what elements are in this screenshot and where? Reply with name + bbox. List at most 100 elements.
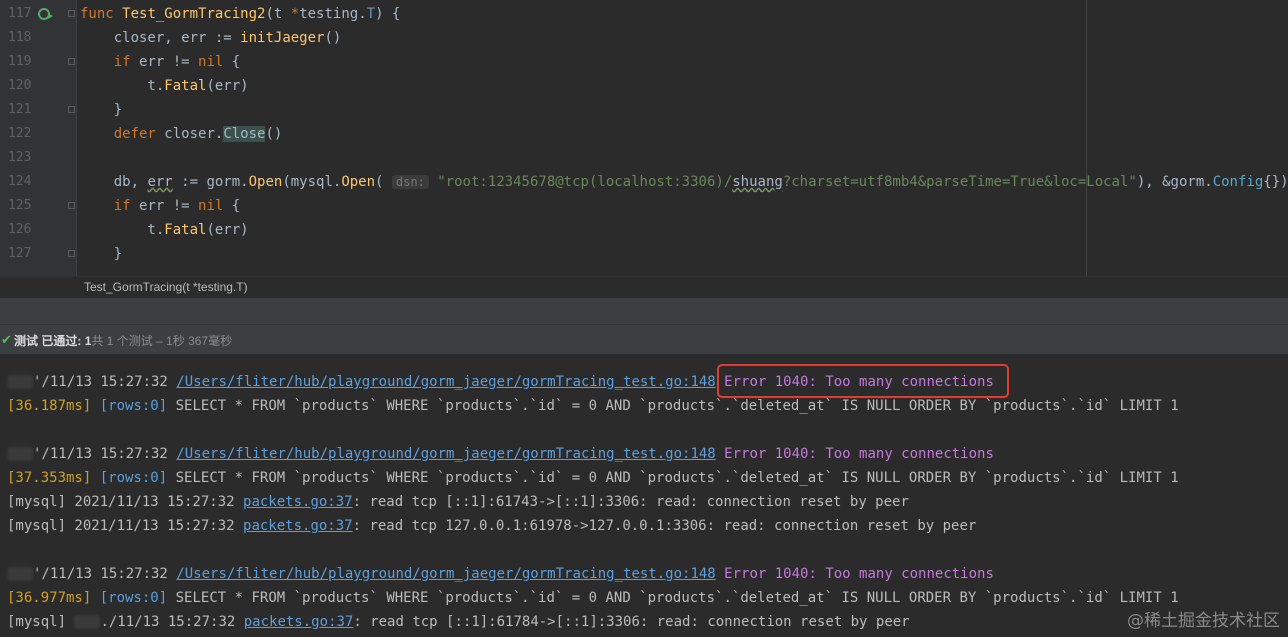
code-token: () <box>265 126 283 142</box>
line-number: 124 <box>8 174 32 189</box>
error-message: Error 1040: Too many connections <box>724 446 994 462</box>
file-link[interactable]: packets.go:37 <box>243 518 353 534</box>
line-number: 120 <box>8 78 32 93</box>
error-highlight-box <box>717 364 1009 398</box>
code-token: testing. <box>299 6 367 22</box>
line-number: 123 <box>8 150 32 165</box>
fold-marker-icon[interactable] <box>68 10 75 17</box>
code-line[interactable]: 123 <box>0 146 1288 170</box>
code-token: } <box>80 102 123 118</box>
code-text: defer closer.Close() <box>80 122 282 146</box>
console-line: [37.353ms] [rows:0] SELECT * FROM `produ… <box>7 466 1179 490</box>
code-token: if <box>80 54 140 70</box>
code-line[interactable]: 124 db, err := gorm.Open(mysql.Open( dsn… <box>0 170 1288 194</box>
console-text: [36.187ms] <box>7 398 92 414</box>
code-text: closer, err := initJaeger() <box>80 26 342 50</box>
console-text: [36.977ms] <box>7 590 92 606</box>
code-token: nil <box>198 54 224 70</box>
console-text: [rows:0] <box>99 398 168 414</box>
code-token: err <box>181 30 207 46</box>
console-text: [rows:0] <box>99 590 168 606</box>
console-text: SELECT * FROM `products` WHERE `products… <box>167 590 1179 606</box>
code-token: T <box>366 6 376 22</box>
code-token: "root:12345678@tcp(localhost:3306)/ <box>428 174 733 190</box>
code-line[interactable]: 125 if err != nil { <box>0 194 1288 218</box>
code-token: } <box>80 246 123 262</box>
error-message: Error 1040: Too many connections <box>724 566 994 582</box>
code-text: func Test_GormTracing2(t *testing.T) { <box>80 2 400 26</box>
line-number: 118 <box>8 30 32 45</box>
file-link[interactable]: packets.go:37 <box>244 614 354 630</box>
code-line[interactable]: 127 } <box>0 242 1288 266</box>
line-number: 121 <box>8 102 32 117</box>
code-token: t. <box>80 222 165 238</box>
code-line[interactable]: 120 t.Fatal(err) <box>0 74 1288 98</box>
breadcrumb-function[interactable]: Test_GormTracing(t *testing.T) <box>84 280 248 294</box>
console-line: '/11/13 15:27:32 /Users/fliter/hub/playg… <box>7 442 994 466</box>
redacted-date <box>7 375 33 389</box>
console-text: SELECT * FROM `products` WHERE `products… <box>167 398 1179 414</box>
code-line[interactable]: 117 func Test_GormTracing2(t *testing.T) … <box>0 2 1288 26</box>
console-text: ./11/13 15:27:32 <box>100 614 244 630</box>
console-text: '/11/13 15:27:32 <box>33 446 177 462</box>
file-link[interactable]: /Users/fliter/hub/playground/gorm_jaeger… <box>176 374 715 390</box>
code-token: (err) <box>206 222 249 238</box>
code-token: closer, <box>80 30 182 46</box>
console-text: '/11/13 15:27:32 <box>33 566 177 582</box>
code-line[interactable]: 121 } <box>0 98 1288 122</box>
console-text: : read tcp [::1]:61743->[::1]:3306: read… <box>352 494 909 510</box>
console-text: '/11/13 15:27:32 <box>33 374 177 390</box>
console-line: [mysql] ./11/13 15:27:32 packets.go:37: … <box>7 610 910 634</box>
code-token: nil <box>198 198 224 214</box>
fold-marker-icon[interactable] <box>68 58 75 65</box>
console-text: : read tcp 127.0.0.1:61978->127.0.0.1:33… <box>352 518 977 534</box>
code-token: ( <box>375 174 392 190</box>
code-token: ?charset=utf8mb4&parseTime=True&loc=Loca… <box>782 174 1137 190</box>
code-token: dsn: <box>391 175 429 189</box>
code-token: defer <box>80 126 165 142</box>
panel-divider <box>0 298 1288 324</box>
code-token: shuang <box>732 174 783 190</box>
code-editor[interactable]: 117 func Test_GormTracing2(t *testing.T) … <box>0 0 1288 276</box>
console-text: [mysql] <box>7 614 75 630</box>
code-text: } <box>80 242 122 266</box>
check-icon: ✔ <box>1 332 12 347</box>
code-token: t. <box>80 78 165 94</box>
code-token: if <box>80 198 140 214</box>
file-link[interactable]: /Users/fliter/hub/playground/gorm_jaeger… <box>176 566 715 582</box>
code-token: (err) <box>206 78 249 94</box>
console-text: [mysql] 2021/11/13 15:27:32 <box>7 518 244 534</box>
line-number: 126 <box>8 222 32 237</box>
fold-marker-icon[interactable] <box>68 202 75 209</box>
code-line[interactable]: 119 if err != nil { <box>0 50 1288 74</box>
code-line[interactable]: 118 closer, err := initJaeger() <box>0 26 1288 50</box>
code-text: if err != nil { <box>80 50 240 74</box>
console-line: '/11/13 15:27:32 /Users/fliter/hub/playg… <box>7 562 994 586</box>
test-status-label: 测试 已通过: <box>14 334 82 348</box>
code-token: Close <box>223 126 266 142</box>
code-token: { <box>223 54 241 70</box>
console-line: [36.977ms] [rows:0] SELECT * FROM `produ… <box>7 586 1179 610</box>
fold-marker-icon[interactable] <box>68 250 75 257</box>
file-link[interactable]: packets.go:37 <box>243 494 353 510</box>
console-text: [37.353ms] <box>7 470 92 486</box>
test-status-bar: ✔ 测试 已通过: 1共 1 个测试 – 1秒 367毫秒 <box>0 324 1288 355</box>
run-test-icon[interactable] <box>38 7 54 21</box>
code-line[interactable]: 126 t.Fatal(err) <box>0 218 1288 242</box>
code-token: := <box>206 30 241 46</box>
redacted-date <box>7 447 33 461</box>
breadcrumb[interactable]: Test_GormTracing(t *testing.T) <box>0 276 1288 299</box>
code-token: Config <box>1212 174 1264 190</box>
fold-marker-icon[interactable] <box>68 106 75 113</box>
console-output[interactable]: '/11/13 15:27:32 /Users/fliter/hub/playg… <box>0 354 1288 637</box>
code-line[interactable]: 122 defer closer.Close() <box>0 122 1288 146</box>
code-text: } <box>80 98 122 122</box>
line-number: 122 <box>8 126 32 141</box>
file-link[interactable]: /Users/fliter/hub/playground/gorm_jaeger… <box>176 446 715 462</box>
redacted-date <box>74 615 101 629</box>
code-token: Test_GormTracing2 <box>122 6 266 22</box>
code-token: { <box>223 198 241 214</box>
code-token: db, <box>80 174 148 190</box>
